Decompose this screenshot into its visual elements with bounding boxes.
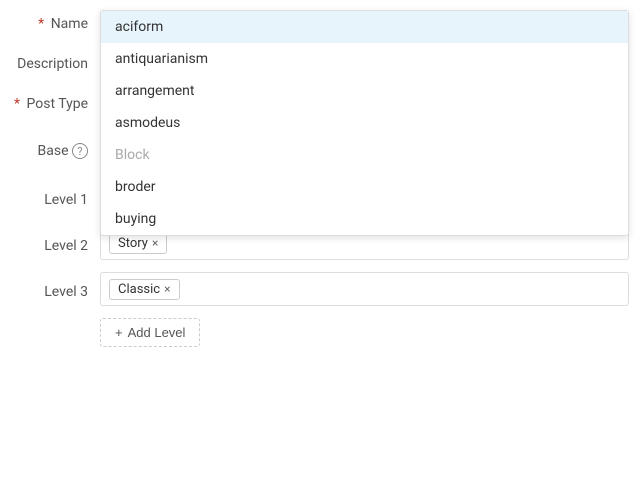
remove-tag-icon[interactable]: × <box>152 237 158 249</box>
level3-tags-box[interactable]: Classic × <box>100 272 629 306</box>
post-type-required-marker: * <box>14 96 20 112</box>
dropdown-item[interactable]: aciform <box>101 11 628 43</box>
level3-row: Level 3 Classic × <box>0 272 639 306</box>
add-level-row: + Add Level <box>0 318 639 347</box>
level3-label: Level 3 <box>10 278 100 300</box>
dropdown-item[interactable]: antiquarianism <box>101 43 628 75</box>
base-help-icon[interactable]: ? <box>72 143 88 159</box>
name-required-marker: * <box>38 16 44 32</box>
name-dropdown: aciformantiquarianismarrangementasmodeus… <box>100 10 629 236</box>
name-row: * Name aciformantiquarianismarrangementa… <box>0 10 639 32</box>
add-level-content: + Add Level <box>100 318 629 347</box>
tag-label: Story <box>118 236 148 251</box>
name-label: * Name <box>10 10 100 32</box>
level1-label: Level 1 <box>10 186 100 208</box>
plus-icon: + <box>115 325 123 340</box>
dropdown-item[interactable]: broder <box>101 171 628 203</box>
dropdown-item: Block <box>101 139 628 171</box>
remove-tag-icon[interactable]: × <box>164 283 170 295</box>
add-level-text: Add Level <box>128 325 186 340</box>
dropdown-item[interactable]: buying <box>101 203 628 235</box>
tag-label: Classic <box>118 282 160 297</box>
dropdown-item[interactable]: asmodeus <box>101 107 628 139</box>
post-type-label: * Post Type <box>10 90 100 112</box>
base-label-wrap: Base ? <box>10 137 100 160</box>
add-level-button[interactable]: + Add Level <box>100 318 200 347</box>
dropdown-item[interactable]: arrangement <box>101 75 628 107</box>
level3-content: Classic × <box>100 272 629 306</box>
level2-label: Level 2 <box>10 232 100 254</box>
description-label: Description <box>10 50 100 72</box>
level3-tag-chip: Classic × <box>109 279 180 300</box>
form-container: * Name aciformantiquarianismarrangementa… <box>0 0 639 375</box>
add-level-label-spacer <box>10 318 100 324</box>
